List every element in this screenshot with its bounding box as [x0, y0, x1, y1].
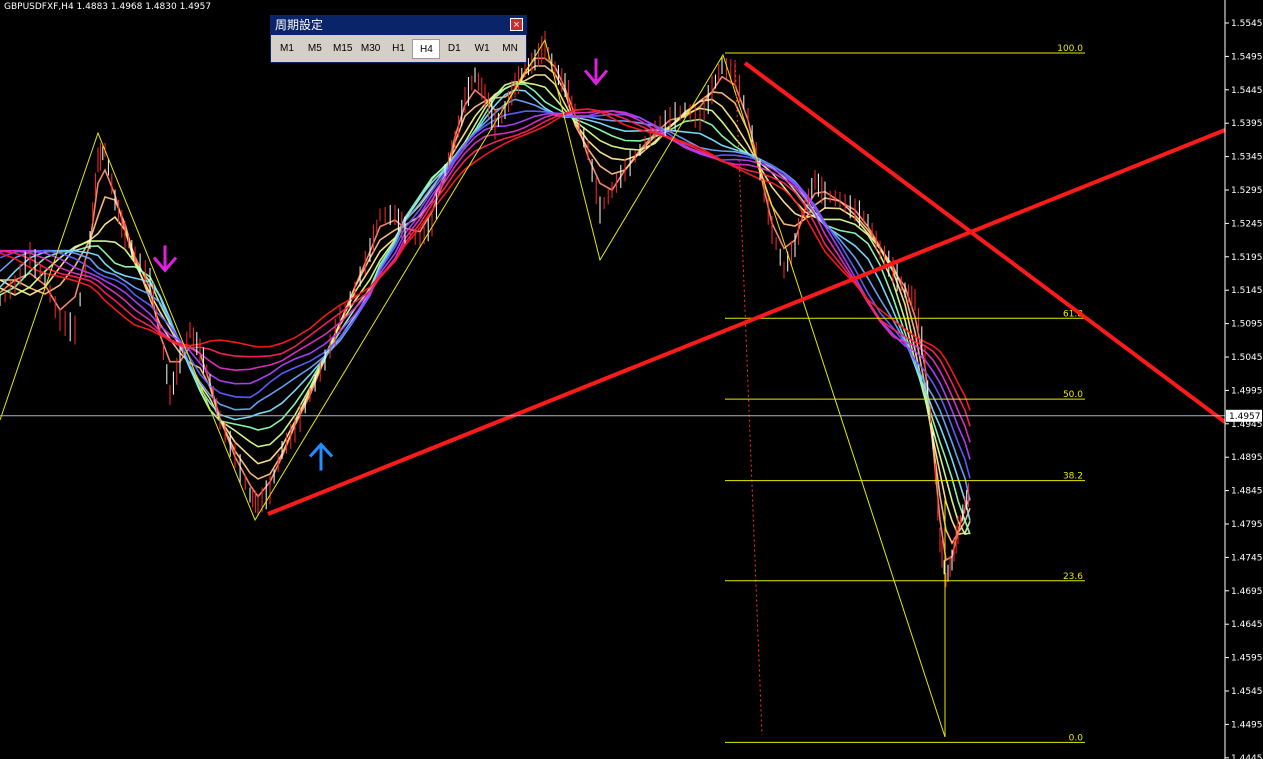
- price-tick-label: 1.4745: [1231, 553, 1263, 563]
- price-tick-label: 1.4495: [1231, 720, 1263, 730]
- down-arrow-icon: [583, 58, 609, 86]
- price-tick-label: 1.5195: [1231, 253, 1263, 263]
- price-tick-label: 1.4545: [1231, 687, 1263, 697]
- ema-line: [0, 98, 971, 501]
- price-tick-label: 1.4995: [1231, 386, 1263, 396]
- price-tick-label: 1.4795: [1231, 520, 1263, 530]
- current-price-tag-label: 1.4957: [1229, 412, 1261, 422]
- fibonacci-retracement[interactable]: 100.061.850.038.223.60.0: [725, 44, 1085, 743]
- period-button-h1[interactable]: H1: [385, 39, 413, 59]
- price-tick-label: 1.4595: [1231, 654, 1263, 664]
- ema-line: [0, 65, 971, 545]
- ema-line: [0, 82, 971, 535]
- period-button-w1[interactable]: W1: [468, 39, 496, 59]
- price-tick-label: 1.5495: [1231, 52, 1263, 62]
- price-axis-background: [1225, 0, 1263, 759]
- fibonacci-level-label: 50.0: [1063, 390, 1083, 400]
- price-tick-label: 1.5545: [1231, 19, 1263, 29]
- close-icon[interactable]: ×: [510, 18, 523, 31]
- price-tick-label: 1.4695: [1231, 587, 1263, 597]
- price-axis: 1.5545 1.5495 1.5445 1.5395 1.5345 1.5295 1.52…: [1224, 0, 1263, 759]
- period-button-m1[interactable]: M1: [273, 39, 301, 59]
- trendlines[interactable]: [0, 61, 1227, 516]
- price-tick-label: 1.4445: [1231, 754, 1263, 759]
- down-arrow-icon: [152, 245, 178, 273]
- period-panel-title: 周期設定: [275, 18, 324, 32]
- price-tick-label: 1.5045: [1231, 353, 1263, 363]
- ema-line: [0, 74, 971, 536]
- ema-ribbon: [0, 57, 971, 562]
- price-tick-label: 1.4845: [1231, 487, 1263, 497]
- period-button-m15[interactable]: M15: [329, 39, 357, 59]
- symbol-info: GBPUSDFXF,H4 1.4883 1.4968 1.4830 1.4957: [4, 2, 212, 12]
- price-tick-label: 1.5295: [1231, 186, 1263, 196]
- period-button-row: M1 M5 M15 M30 H1 H4 D1 W1 MN: [271, 35, 526, 59]
- fibonacci-level-label: 100.0: [1057, 44, 1083, 54]
- price-tick-label: 1.5395: [1231, 119, 1263, 129]
- period-settings-panel: 周期設定 × M1 M5 M15 M30 H1 H4 D1 W1 MN: [270, 15, 527, 63]
- ema-line: [0, 80, 971, 536]
- price-tick-label: 1.5145: [1231, 286, 1263, 296]
- period-button-mn[interactable]: MN: [496, 39, 524, 59]
- up-arrow-icon: [308, 442, 334, 471]
- price-tick-label: 1.4895: [1231, 453, 1263, 463]
- price-tick-label: 1.5345: [1231, 153, 1263, 163]
- resistance-trendline: [743, 61, 1227, 424]
- price-tick-label: 1.5095: [1231, 320, 1263, 330]
- ema-line: [0, 110, 971, 479]
- support-trendline: [267, 128, 1226, 516]
- fibonacci-level-label: 38.2: [1063, 472, 1083, 482]
- price-tick-label: 1.5245: [1231, 219, 1263, 229]
- fibonacci-level-label: 23.6: [1063, 572, 1083, 582]
- period-panel-titlebar[interactable]: 周期設定 ×: [271, 16, 526, 35]
- price-tick-label: 1.5445: [1231, 86, 1263, 96]
- fibonacci-level-label: 0.0: [1069, 733, 1084, 743]
- period-button-d1[interactable]: D1: [440, 39, 468, 59]
- price-tick-label: 1.4645: [1231, 620, 1263, 630]
- price-chart[interactable]: 100.061.850.038.223.60.0 1.55451.54951.5…: [0, 0, 1263, 759]
- period-button-m30[interactable]: M30: [357, 39, 385, 59]
- period-button-m5[interactable]: M5: [301, 39, 329, 59]
- ema-line: [0, 108, 971, 411]
- period-button-h4[interactable]: H4: [412, 39, 441, 59]
